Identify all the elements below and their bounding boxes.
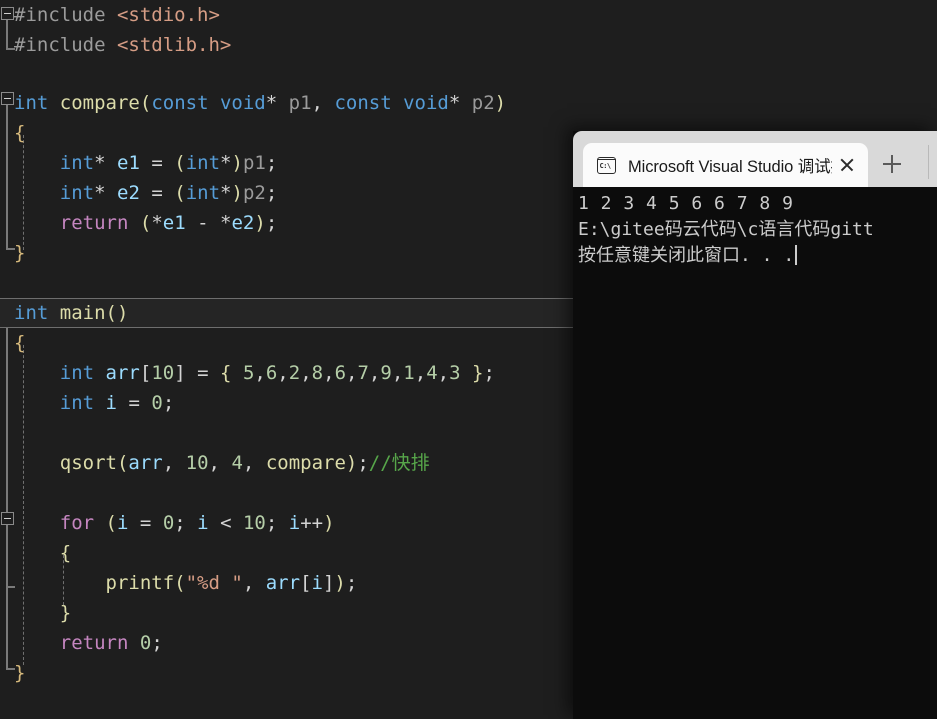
terminal-window[interactable]: Microsoft Visual Studio 调试控 1 2 3 4 5 6 … [573,131,937,719]
code-line-10[interactable] [0,268,14,298]
screen-root: #include <stdio.h> #include <stdlib.h> i… [0,0,937,719]
terminal-tab-title: Microsoft Visual Studio 调试控 [628,158,832,176]
code-line-23[interactable]: } [0,658,25,688]
terminal-output-line-3: 按任意键关闭此窗口. . . [578,243,937,269]
terminal-output-line-2: E:\gitee码云代码\c语言代码gitt [578,219,874,240]
code-line-11-current[interactable]: int main() [0,298,573,328]
close-icon[interactable] [832,150,862,180]
terminal-caret [795,245,798,265]
code-line-6[interactable]: int* e1 = (int*)p1; [0,148,278,178]
code-line-9[interactable]: } [0,238,25,268]
terminal-titlebar[interactable]: Microsoft Visual Studio 调试控 [573,131,937,187]
code-line-3[interactable] [0,60,14,90]
new-tab-icon[interactable] [873,147,911,181]
code-line-17[interactable] [0,478,14,508]
code-line-2[interactable]: #include <stdlib.h> [0,30,231,60]
code-line-15[interactable] [0,418,14,448]
code-line-14[interactable]: int i = 0; [0,388,175,418]
code-line-21[interactable]: } [0,598,71,628]
code-line-19[interactable]: { [0,538,71,568]
terminal-output[interactable]: 1 2 3 4 5 6 6 7 8 9 E:\gitee码云代码\c语言代码gi… [573,187,937,719]
titlebar-divider [928,145,929,179]
code-line-12[interactable]: { [0,328,25,358]
code-line-1[interactable]: #include <stdio.h> [0,0,220,30]
code-line-7[interactable]: int* e2 = (int*)p2; [0,178,278,208]
code-line-22[interactable]: return 0; [0,628,163,658]
code-line-18[interactable]: for (i = 0; i < 10; i++) [0,508,335,538]
code-line-4[interactable]: int compare(const void* p1, const void* … [0,88,506,118]
terminal-output-line-1: 1 2 3 4 5 6 6 7 8 9 [578,193,794,214]
terminal-icon [597,156,616,174]
terminal-exit-prompt: 按任意键关闭此窗口. . . [578,245,795,266]
code-line-8[interactable]: return (*e1 - *e2); [0,208,278,238]
code-line-5[interactable]: { [0,118,25,148]
terminal-tab[interactable]: Microsoft Visual Studio 调试控 [583,143,868,187]
code-line-20[interactable]: printf("%d ", arr[i]); [0,568,358,598]
code-line-16[interactable]: qsort(arr, 10, 4, compare);//快排 [0,448,430,478]
code-line-13[interactable]: int arr[10] = { 5,6,2,8,6,7,9,1,4,3 }; [0,358,495,388]
